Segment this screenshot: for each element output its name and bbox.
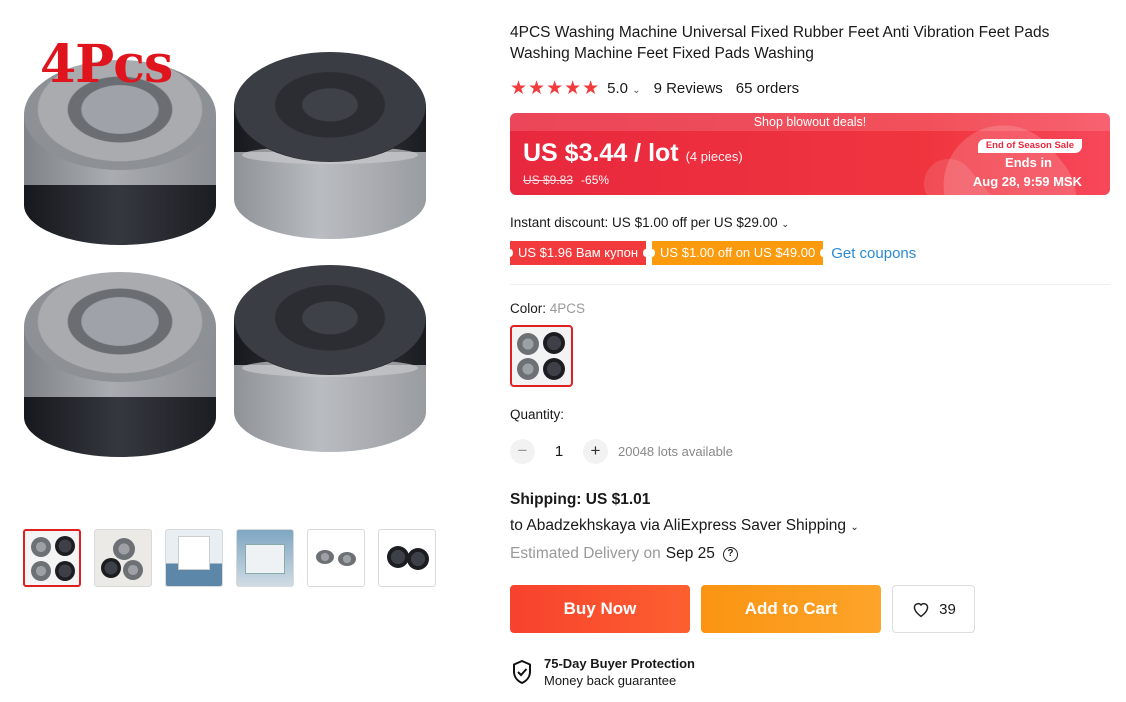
- current-price: US $3.44 / lot (4 pieces): [523, 139, 743, 167]
- sale-ends-date: Aug 28, 9:59 MSK: [972, 174, 1082, 189]
- thumbnail-6[interactable]: [378, 529, 436, 587]
- buy-now-button[interactable]: Buy Now: [510, 585, 690, 633]
- protection-subtitle: Money back guarantee: [544, 673, 677, 688]
- quantity-plus-button[interactable]: +: [583, 439, 608, 464]
- rating-row: ★★★★★ 5.0 ⌄ 9 Reviews 65 orders: [510, 77, 799, 100]
- thumbnail-2[interactable]: [94, 529, 152, 587]
- instant-discount[interactable]: Instant discount: US $1.00 off per US $2…: [510, 215, 789, 230]
- quantity-label: Quantity:: [510, 407, 565, 422]
- thumbnail-5[interactable]: [307, 529, 365, 587]
- estimated-delivery: Estimated Delivery on Sep 25 ?: [510, 545, 738, 563]
- promo-label: 4Pcs: [40, 34, 173, 95]
- divider: [510, 284, 1110, 285]
- black-foot-image: [234, 265, 426, 457]
- black-foot-image: [234, 52, 426, 244]
- chevron-down-icon: ⌄: [781, 219, 789, 229]
- sale-ends-label: Ends in: [1005, 155, 1052, 170]
- thumbnail-4[interactable]: [236, 529, 294, 587]
- protection-title: 75-Day Buyer Protection: [544, 656, 695, 671]
- chevron-down-icon: ⌄: [850, 522, 859, 533]
- add-to-cart-button[interactable]: Add to Cart: [701, 585, 881, 633]
- color-label: Color: 4PCS: [510, 301, 586, 316]
- discount-badge: -65%: [581, 173, 610, 187]
- deal-banner[interactable]: Shop blowout deals!: [510, 113, 1110, 131]
- stock-available: 20048 lots available: [618, 444, 733, 459]
- buyer-protection[interactable]: 75-Day Buyer Protection Money back guara…: [510, 655, 695, 689]
- price-box: Shop blowout deals! US $3.44 / lot (4 pi…: [510, 113, 1110, 195]
- heart-icon: [913, 602, 929, 618]
- coupon-badge[interactable]: US $1.00 off on US $49.00: [649, 241, 827, 265]
- star-rating-icon: ★★★★★: [510, 78, 601, 99]
- shield-check-icon: [513, 660, 531, 684]
- rating-value[interactable]: 5.0 ⌄: [607, 80, 640, 97]
- sale-tag: End of Season Sale: [977, 139, 1082, 153]
- quantity-stepper: − 1 + 20048 lots available: [510, 439, 733, 464]
- shipping-cost: Shipping: US $1.01: [510, 491, 651, 508]
- quantity-minus-button[interactable]: −: [510, 439, 535, 464]
- color-swatch-4pcs[interactable]: [510, 325, 573, 387]
- chevron-down-icon: ⌄: [632, 85, 641, 96]
- grey-foot-image: [24, 272, 216, 464]
- thumbnail-3[interactable]: [165, 529, 223, 587]
- main-product-image[interactable]: 4Pcs: [20, 34, 440, 520]
- product-title: 4PCS Washing Machine Universal Fixed Rub…: [510, 24, 1050, 62]
- wishlist-count: 39: [939, 600, 956, 618]
- orders-count: 65 orders: [735, 80, 800, 97]
- get-coupons-link[interactable]: Get coupons: [831, 245, 916, 262]
- coupons-row: US $1.96 Вам купон US $1.00 off on US $4…: [506, 241, 916, 265]
- reviews-link[interactable]: 9 Reviews: [654, 80, 723, 97]
- coupon-badge[interactable]: US $1.96 Вам купон: [506, 241, 650, 265]
- wishlist-button[interactable]: 39: [892, 585, 975, 633]
- quantity-input[interactable]: 1: [535, 443, 583, 460]
- shipping-destination[interactable]: to Abadzekhskaya via AliExpress Saver Sh…: [510, 517, 859, 535]
- help-icon[interactable]: ?: [722, 546, 738, 562]
- thumbnail-1[interactable]: [23, 529, 81, 587]
- product-page: 4Pcs 4PCS Washing Machine Universal Fixe…: [0, 0, 1126, 702]
- original-price: US $9.83 -65%: [523, 173, 610, 187]
- thumbnail-strip: [23, 529, 436, 587]
